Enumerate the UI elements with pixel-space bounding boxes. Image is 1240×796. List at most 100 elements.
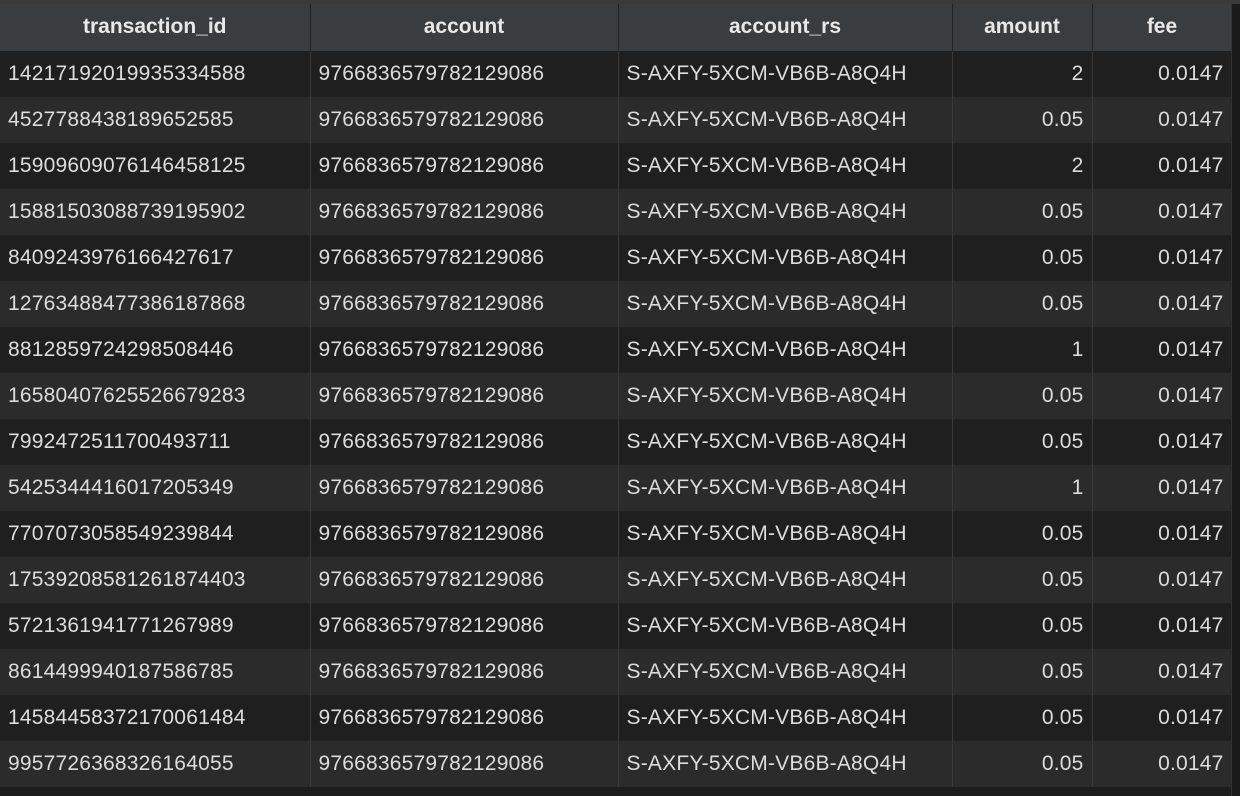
table-row[interactable]: 17539208581261874403 9766836579782129086 S… bbox=[0, 557, 1233, 603]
cell-transaction-id[interactable]: 14584458372170061484 bbox=[0, 695, 311, 741]
cell-account[interactable]: 9766836579782129086 bbox=[310, 327, 619, 373]
table-row[interactable]: 15909609076146458125 9766836579782129086 S… bbox=[0, 143, 1233, 189]
column-header-amount[interactable]: amount bbox=[952, 4, 1093, 52]
cell-account[interactable]: 9766836579782129086 bbox=[310, 97, 619, 143]
cell-transaction-id[interactable]: 14217192019935334588 bbox=[0, 51, 311, 97]
table-row[interactable]: 9957726368326164055 9766836579782129086 S-… bbox=[0, 741, 1233, 787]
cell-account[interactable]: 9766836579782129086 bbox=[310, 373, 619, 419]
table-row[interactable]: 14217192019935334588 9766836579782129086 S… bbox=[0, 51, 1233, 97]
cell-amount[interactable]: 0.05 bbox=[952, 557, 1093, 603]
column-header-fee[interactable]: fee bbox=[1092, 4, 1233, 52]
cell-account-rs[interactable]: S-AXFY-5XCM-VB6B-A8Q4H bbox=[618, 557, 953, 603]
cell-fee[interactable]: 0.0147 bbox=[1092, 465, 1233, 511]
cell-transaction-id[interactable]: 15909609076146458125 bbox=[0, 143, 311, 189]
cell-fee[interactable]: 0.0147 bbox=[1092, 189, 1233, 235]
cell-transaction-id[interactable]: 4527788438189652585 bbox=[0, 97, 311, 143]
table-row[interactable]: 8409243976166427617 9766836579782129086 S-… bbox=[0, 235, 1233, 281]
cell-transaction-id[interactable]: 7992472511700493711 bbox=[0, 419, 311, 465]
cell-account-rs[interactable]: S-AXFY-5XCM-VB6B-A8Q4H bbox=[618, 511, 953, 557]
table-row[interactable]: 8614499940187586785 9766836579782129086 S-… bbox=[0, 649, 1233, 695]
cell-transaction-id[interactable]: 5721361941771267989 bbox=[0, 603, 311, 649]
cell-account-rs[interactable]: S-AXFY-5XCM-VB6B-A8Q4H bbox=[618, 235, 953, 281]
cell-fee[interactable]: 0.0147 bbox=[1092, 373, 1233, 419]
table-row[interactable]: 5425344416017205349 9766836579782129086 S-… bbox=[0, 465, 1233, 511]
cell-account[interactable]: 9766836579782129086 bbox=[310, 281, 619, 327]
cell-transaction-id[interactable]: 8812859724298508446 bbox=[0, 327, 311, 373]
cell-account-rs[interactable]: S-AXFY-5XCM-VB6B-A8Q4H bbox=[618, 695, 953, 741]
table-row[interactable]: 14584458372170061484 9766836579782129086 S… bbox=[0, 695, 1233, 741]
cell-fee[interactable]: 0.0147 bbox=[1092, 51, 1233, 97]
results-grid[interactable]: transaction_id account account_rs amount fee… bbox=[0, 0, 1240, 796]
cell-account-rs[interactable]: S-AXFY-5XCM-VB6B-A8Q4H bbox=[618, 281, 953, 327]
cell-amount[interactable]: 2 bbox=[952, 143, 1093, 189]
cell-fee[interactable]: 0.0147 bbox=[1092, 649, 1233, 695]
cell-account-rs[interactable]: S-AXFY-5XCM-VB6B-A8Q4H bbox=[618, 327, 953, 373]
cell-transaction-id[interactable]: 9957726368326164055 bbox=[0, 741, 311, 787]
cell-amount[interactable]: 0.05 bbox=[952, 235, 1093, 281]
cell-account[interactable]: 9766836579782129086 bbox=[310, 511, 619, 557]
cell-amount[interactable]: 1 bbox=[952, 327, 1093, 373]
cell-account[interactable]: 9766836579782129086 bbox=[310, 465, 619, 511]
cell-transaction-id[interactable]: 16580407625526679283 bbox=[0, 373, 311, 419]
cell-transaction-id[interactable]: 15881503088739195902 bbox=[0, 189, 311, 235]
cell-fee[interactable]: 0.0147 bbox=[1092, 511, 1233, 557]
cell-amount[interactable]: 0.05 bbox=[952, 511, 1093, 557]
column-header-account-rs[interactable]: account_rs bbox=[618, 4, 953, 52]
cell-account-rs[interactable]: S-AXFY-5XCM-VB6B-A8Q4H bbox=[618, 143, 953, 189]
cell-fee[interactable]: 0.0147 bbox=[1092, 603, 1233, 649]
cell-amount[interactable]: 0.05 bbox=[952, 603, 1093, 649]
table-row[interactable]: 12763488477386187868 9766836579782129086 S… bbox=[0, 281, 1233, 327]
cell-amount[interactable]: 0.05 bbox=[952, 189, 1093, 235]
cell-fee[interactable]: 0.0147 bbox=[1092, 419, 1233, 465]
table-row[interactable]: 7992472511700493711 9766836579782129086 S-… bbox=[0, 419, 1233, 465]
cell-account[interactable]: 9766836579782129086 bbox=[310, 189, 619, 235]
cell-account-rs[interactable]: S-AXFY-5XCM-VB6B-A8Q4H bbox=[618, 419, 953, 465]
cell-account[interactable]: 9766836579782129086 bbox=[310, 235, 619, 281]
table-row[interactable]: 5721361941771267989 9766836579782129086 S-… bbox=[0, 603, 1233, 649]
cell-fee[interactable]: 0.0147 bbox=[1092, 281, 1233, 327]
cell-amount[interactable]: 0.05 bbox=[952, 281, 1093, 327]
table-row[interactable]: 16580407625526679283 9766836579782129086 S… bbox=[0, 373, 1233, 419]
table-row[interactable]: 7707073058549239844 9766836579782129086 S-… bbox=[0, 511, 1233, 557]
cell-fee[interactable]: 0.0147 bbox=[1092, 235, 1233, 281]
cell-account[interactable]: 9766836579782129086 bbox=[310, 603, 619, 649]
cell-account-rs[interactable]: S-AXFY-5XCM-VB6B-A8Q4H bbox=[618, 649, 953, 695]
cell-account[interactable]: 9766836579782129086 bbox=[310, 143, 619, 189]
cell-account[interactable]: 9766836579782129086 bbox=[310, 649, 619, 695]
cell-account-rs[interactable]: S-AXFY-5XCM-VB6B-A8Q4H bbox=[618, 189, 953, 235]
cell-account-rs[interactable]: S-AXFY-5XCM-VB6B-A8Q4H bbox=[618, 465, 953, 511]
column-header-transaction-id[interactable]: transaction_id bbox=[0, 4, 311, 52]
table-row[interactable]: 15881503088739195902 9766836579782129086 S… bbox=[0, 189, 1233, 235]
cell-amount[interactable]: 0.05 bbox=[952, 419, 1093, 465]
cell-amount[interactable]: 0.05 bbox=[952, 741, 1093, 787]
cell-amount[interactable]: 1 bbox=[952, 465, 1093, 511]
cell-fee[interactable]: 0.0147 bbox=[1092, 97, 1233, 143]
cell-amount[interactable]: 2 bbox=[952, 51, 1093, 97]
cell-account-rs[interactable]: S-AXFY-5XCM-VB6B-A8Q4H bbox=[618, 51, 953, 97]
cell-transaction-id[interactable]: 7707073058549239844 bbox=[0, 511, 311, 557]
cell-fee[interactable]: 0.0147 bbox=[1092, 741, 1233, 787]
column-header-account[interactable]: account bbox=[310, 4, 619, 52]
cell-account[interactable]: 9766836579782129086 bbox=[310, 51, 619, 97]
cell-account[interactable]: 9766836579782129086 bbox=[310, 557, 619, 603]
cell-account-rs[interactable]: S-AXFY-5XCM-VB6B-A8Q4H bbox=[618, 97, 953, 143]
cell-transaction-id[interactable]: 5425344416017205349 bbox=[0, 465, 311, 511]
cell-amount[interactable]: 0.05 bbox=[952, 649, 1093, 695]
cell-fee[interactable]: 0.0147 bbox=[1092, 327, 1233, 373]
cell-fee[interactable]: 0.0147 bbox=[1092, 695, 1233, 741]
table-row[interactable]: 4527788438189652585 9766836579782129086 S-… bbox=[0, 97, 1233, 143]
cell-amount[interactable]: 0.05 bbox=[952, 695, 1093, 741]
table-row[interactable]: 8812859724298508446 9766836579782129086 S-… bbox=[0, 327, 1233, 373]
cell-fee[interactable]: 0.0147 bbox=[1092, 557, 1233, 603]
cell-fee[interactable]: 0.0147 bbox=[1092, 143, 1233, 189]
cell-transaction-id[interactable]: 17539208581261874403 bbox=[0, 557, 311, 603]
cell-account-rs[interactable]: S-AXFY-5XCM-VB6B-A8Q4H bbox=[618, 373, 953, 419]
vertical-scrollbar[interactable] bbox=[1231, 4, 1240, 796]
cell-transaction-id[interactable]: 8409243976166427617 bbox=[0, 235, 311, 281]
cell-account[interactable]: 9766836579782129086 bbox=[310, 741, 619, 787]
cell-account-rs[interactable]: S-AXFY-5XCM-VB6B-A8Q4H bbox=[618, 603, 953, 649]
cell-amount[interactable]: 0.05 bbox=[952, 97, 1093, 143]
cell-transaction-id[interactable]: 8614499940187586785 bbox=[0, 649, 311, 695]
cell-account[interactable]: 9766836579782129086 bbox=[310, 695, 619, 741]
cell-amount[interactable]: 0.05 bbox=[952, 373, 1093, 419]
